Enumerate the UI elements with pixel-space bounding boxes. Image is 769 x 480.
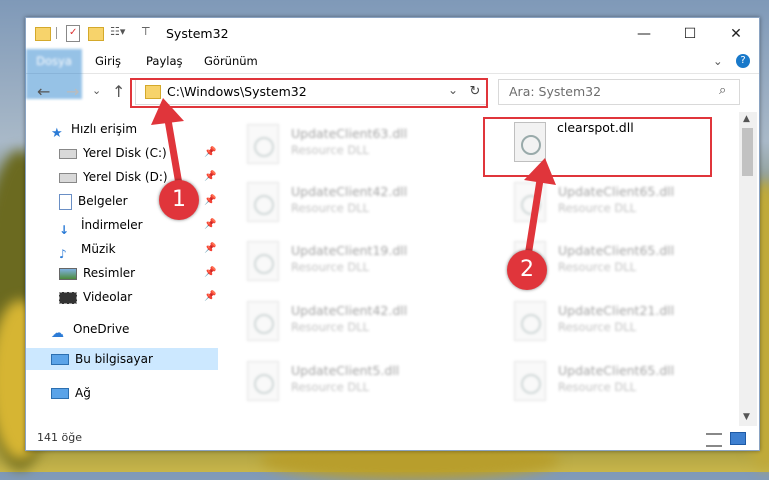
arrow-2-head [524, 158, 556, 185]
step-2-badge: 2 [507, 250, 547, 290]
arrow-2 [524, 176, 544, 260]
step-1-badge: 1 [159, 180, 199, 220]
arrow-1-head [151, 98, 184, 125]
annotation-arrows [151, 98, 556, 260]
